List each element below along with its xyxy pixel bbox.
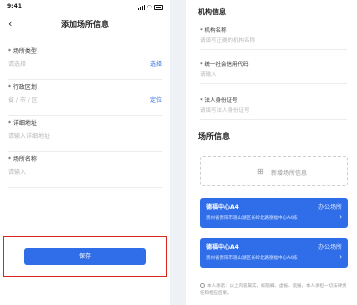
place-type: 办公场所 <box>317 204 342 211</box>
place-name-field[interactable]: * 场所名称 请输入 <box>8 154 162 188</box>
place-type-field[interactable]: * 场所类型 请选择 选择 <box>8 46 162 80</box>
select-link[interactable]: 选择 <box>150 59 162 68</box>
place-type: 办公场所 <box>317 244 342 251</box>
place-name: 德福中心A4 <box>206 244 239 251</box>
field-label: * 统一社会信用代码 <box>200 62 249 68</box>
place-section-title: 场所信息 <box>198 132 230 141</box>
place-address: 贵州省贵阳市观山湖区长岭北路德福中心A4栋 <box>206 256 298 261</box>
place-card[interactable]: 德福中心A4 办公场所 贵州省贵阳市观山湖区长岭北路德福中心A4栋 › <box>200 238 348 268</box>
org-section-title: 机构信息 <box>198 8 226 16</box>
field-label: * 机构名称 <box>200 28 227 34</box>
nav-bar: ‹ 添加场所信息 <box>0 14 170 34</box>
chevron-right-icon: › <box>339 213 342 221</box>
org-info-screen: 机构信息 * 机构名称 请填写正确的机构名称 * 统一社会信用代码 请输入 * … <box>186 0 357 305</box>
address-field[interactable]: * 详细地址 请输入详细地址 <box>8 118 162 152</box>
agreement-text: 本人承诺：以上内容属实，如隐瞒、虚报、谎报，本人承担一切法律责任和相应后果。 <box>200 284 347 296</box>
signal-icon <box>137 5 145 10</box>
wifi-icon: ◠ <box>146 4 152 11</box>
field-placeholder[interactable]: 请输入 <box>200 70 217 78</box>
credit-code-field[interactable]: * 统一社会信用代码 请输入 <box>200 60 347 84</box>
chevron-right-icon: › <box>339 253 342 261</box>
locate-link[interactable]: 定位 <box>150 95 162 104</box>
field-label: * 行政区划 <box>8 84 37 91</box>
status-time: 9:41 <box>7 3 22 10</box>
plus-icon: ⊞ <box>257 167 264 176</box>
add-place-screen: 9:41 ◠ ‹ 添加场所信息 * 场所类型 请选择 选择 * 行政区划 省 /… <box>0 0 170 305</box>
save-button[interactable]: 保存 <box>24 248 146 265</box>
page-title: 添加场所信息 <box>61 20 109 29</box>
field-label: * 场所类型 <box>8 48 37 55</box>
place-name: 德福中心A4 <box>206 204 239 211</box>
field-placeholder[interactable]: 请输入详细地址 <box>8 131 50 140</box>
field-label: * 详细地址 <box>8 120 37 127</box>
field-label: * 法人身份证号 <box>200 98 238 104</box>
agreement-checkbox[interactable] <box>200 283 205 288</box>
field-placeholder[interactable]: 请输入 <box>8 167 26 176</box>
agreement[interactable]: 本人承诺：以上内容属实，如隐瞒、虚报、谎报，本人承担一切法律责任和相应后果。 <box>200 283 350 297</box>
org-name-field[interactable]: * 机构名称 请填写正确的机构名称 <box>200 26 347 50</box>
place-address: 贵州省贵阳市观山湖区长岭北路德福中心A4栋 <box>206 216 298 221</box>
add-place-label: 新增场所信息 <box>271 170 308 177</box>
region-field[interactable]: * 行政区划 省 / 市 / 区 定位 <box>8 82 162 116</box>
place-card[interactable]: 德福中心A4 办公场所 贵州省贵阳市观山湖区长岭北路德福中心A4栋 › <box>200 198 348 228</box>
battery-icon <box>154 5 163 10</box>
legal-id-field[interactable]: * 法人身份证号 请填写法人身份证号 <box>200 96 347 120</box>
field-placeholder[interactable]: 省 / 市 / 区 <box>8 95 38 104</box>
field-label: * 场所名称 <box>8 156 37 163</box>
field-placeholder[interactable]: 请填写法人身份证号 <box>200 106 250 114</box>
field-placeholder[interactable]: 请填写正确的机构名称 <box>200 36 255 44</box>
status-bar: 9:41 ◠ <box>0 3 170 13</box>
status-icons: ◠ <box>137 4 163 11</box>
add-place-button[interactable]: ⊞ 新增场所信息 <box>200 156 348 186</box>
field-placeholder[interactable]: 请选择 <box>8 59 26 68</box>
